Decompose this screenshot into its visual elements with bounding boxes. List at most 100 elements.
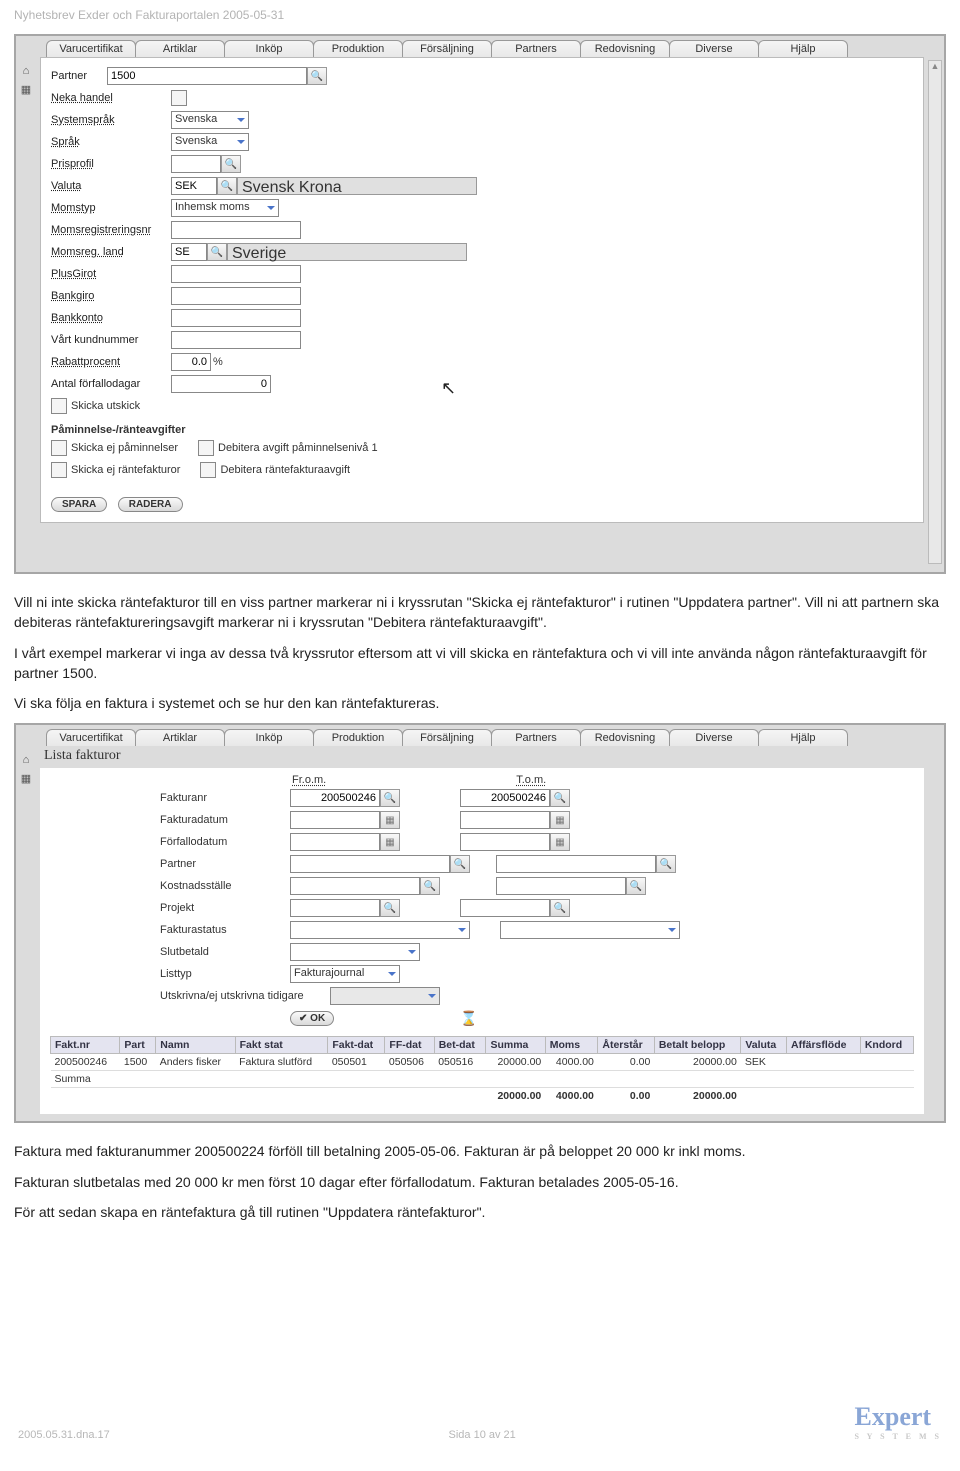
search-icon[interactable]: 🔍 — [420, 877, 440, 895]
search-icon[interactable]: 🔍 — [221, 155, 241, 173]
tab-redovisning[interactable]: Redovisning — [580, 40, 670, 57]
search-icon[interactable]: 🔍 — [550, 789, 570, 807]
valuta-name: Svensk Krona — [237, 177, 477, 195]
kostnad-to[interactable] — [496, 877, 626, 895]
col-namn[interactable]: Namn — [156, 1037, 235, 1054]
search-icon[interactable]: 🔍 — [450, 855, 470, 873]
tab-varucertifikat[interactable]: Varucertifikat — [46, 40, 136, 57]
fakturadatum-from[interactable] — [290, 811, 380, 829]
bankkonto-input[interactable] — [171, 309, 301, 327]
col-betdat[interactable]: Bet-dat — [434, 1037, 486, 1054]
momsregland-input[interactable] — [171, 243, 207, 261]
table-row[interactable]: 200500246 1500 Anders fisker Faktura slu… — [51, 1054, 914, 1071]
tab-diverse[interactable]: Diverse — [669, 40, 759, 57]
tab-varucertifikat[interactable]: Varucertifikat — [46, 729, 136, 746]
tab-partners[interactable]: Partners — [491, 40, 581, 57]
col-faktstat[interactable]: Fakt stat — [235, 1037, 328, 1054]
ok-button[interactable]: ✔ OK — [290, 1011, 334, 1026]
fakturanr-from-input[interactable] — [290, 789, 380, 807]
home-icon[interactable]: ⌂ — [18, 64, 34, 78]
search-icon[interactable]: 🔍 — [626, 877, 646, 895]
fakturastatus-from[interactable] — [290, 921, 470, 939]
prisprofil-input[interactable] — [171, 155, 221, 173]
tab-forsaljning[interactable]: Försäljning — [402, 729, 492, 746]
search-icon[interactable]: 🔍 — [380, 899, 400, 917]
reminder-section-title: Påminnelse-/ränteavgifter — [51, 424, 913, 436]
forfallodatum-to[interactable] — [460, 833, 550, 851]
rabattprocent-input[interactable] — [171, 353, 211, 371]
col-part[interactable]: Part — [120, 1037, 156, 1054]
tab-forsaljning[interactable]: Försäljning — [402, 40, 492, 57]
save-button[interactable]: SPARA — [51, 497, 107, 512]
systemsprak-select[interactable]: Svenska — [171, 111, 249, 129]
tab-inkop[interactable]: Inköp — [224, 40, 314, 57]
neka-handel-checkbox[interactable] — [171, 90, 187, 106]
partner-form-body: Partner 🔍 Neka handel Systemspråk Svensk… — [40, 57, 924, 523]
grid-icon[interactable]: ▦ — [18, 82, 34, 96]
partner-to[interactable] — [496, 855, 656, 873]
bankgiro-input[interactable] — [171, 287, 301, 305]
listtyp-label: Listtyp — [160, 968, 290, 980]
tab-redovisning[interactable]: Redovisning — [580, 729, 670, 746]
fakturadatum-to[interactable] — [460, 811, 550, 829]
calendar-icon[interactable]: ▦ — [550, 811, 570, 829]
listtyp-select[interactable]: Fakturajournal — [290, 965, 400, 983]
chk-skicka-ej-paminnelser[interactable] — [51, 440, 67, 456]
search-icon[interactable]: 🔍 — [307, 67, 327, 85]
chk-debitera-paminnelse[interactable] — [198, 440, 214, 456]
fakturanr-to-input[interactable] — [460, 789, 550, 807]
tab-inkop[interactable]: Inköp — [224, 729, 314, 746]
fakturastatus-to[interactable] — [500, 921, 680, 939]
calendar-icon[interactable]: ▦ — [380, 811, 400, 829]
antal-forfallo-input[interactable] — [171, 375, 271, 393]
home-icon[interactable]: ⌂ — [18, 753, 34, 767]
col-moms[interactable]: Moms — [545, 1037, 598, 1054]
search-icon[interactable]: 🔍 — [207, 243, 227, 261]
col-faktdat[interactable]: Fakt-dat — [328, 1037, 385, 1054]
forfallodatum-from[interactable] — [290, 833, 380, 851]
col-valuta[interactable]: Valuta — [741, 1037, 787, 1054]
vart-kundnr-input[interactable] — [171, 331, 301, 349]
partner-input[interactable] — [107, 67, 307, 85]
chk-skicka-ej-rantefakturor[interactable] — [51, 462, 67, 478]
kostnad-from[interactable] — [290, 877, 420, 895]
utskrivna-select[interactable] — [330, 987, 440, 1005]
col-summa[interactable]: Summa — [486, 1037, 545, 1054]
col-betalt[interactable]: Betalt belopp — [654, 1037, 740, 1054]
col-affarsflode[interactable]: Affärsflöde — [787, 1037, 861, 1054]
tab-artiklar[interactable]: Artiklar — [135, 729, 225, 746]
projekt-to[interactable] — [460, 899, 550, 917]
grid-icon[interactable]: ▦ — [18, 771, 34, 785]
valuta-code-input[interactable] — [171, 177, 217, 195]
slutbetald-select[interactable] — [290, 943, 420, 961]
tab-hjalp[interactable]: Hjälp — [758, 40, 848, 57]
calendar-icon[interactable]: ▦ — [550, 833, 570, 851]
sprak-select[interactable]: Svenska — [171, 133, 249, 151]
tab-partners[interactable]: Partners — [491, 729, 581, 746]
tab-produktion[interactable]: Produktion — [313, 40, 403, 57]
momsregnr-input[interactable] — [171, 221, 301, 239]
col-aterstar[interactable]: Återstår — [598, 1037, 654, 1054]
skicka-utskick-checkbox[interactable] — [51, 398, 67, 414]
plusgirot-input[interactable] — [171, 265, 301, 283]
calendar-icon[interactable]: ▦ — [380, 833, 400, 851]
momstyp-label: Momstyp — [51, 202, 171, 214]
momstyp-select[interactable]: Inhemsk moms — [171, 199, 279, 217]
tab-artiklar[interactable]: Artiklar — [135, 40, 225, 57]
search-icon[interactable]: 🔍 — [656, 855, 676, 873]
tab-produktion[interactable]: Produktion — [313, 729, 403, 746]
tab-diverse[interactable]: Diverse — [669, 729, 759, 746]
search-icon[interactable]: 🔍 — [217, 177, 237, 195]
projekt-from[interactable] — [290, 899, 380, 917]
search-icon[interactable]: 🔍 — [550, 899, 570, 917]
search-icon[interactable]: 🔍 — [380, 789, 400, 807]
partner-from[interactable] — [290, 855, 450, 873]
tab-hjalp[interactable]: Hjälp — [758, 729, 848, 746]
col-ffdat[interactable]: FF-dat — [385, 1037, 434, 1054]
vertical-scrollbar[interactable] — [928, 60, 942, 564]
col-kndord[interactable]: Kndord — [860, 1037, 913, 1054]
paragraph-3: Vi ska följa en faktura i systemet och s… — [14, 693, 946, 713]
delete-button[interactable]: RADERA — [118, 497, 183, 512]
col-faktnr[interactable]: Fakt.nr — [51, 1037, 120, 1054]
chk-debitera-rantefaktura[interactable] — [200, 462, 216, 478]
